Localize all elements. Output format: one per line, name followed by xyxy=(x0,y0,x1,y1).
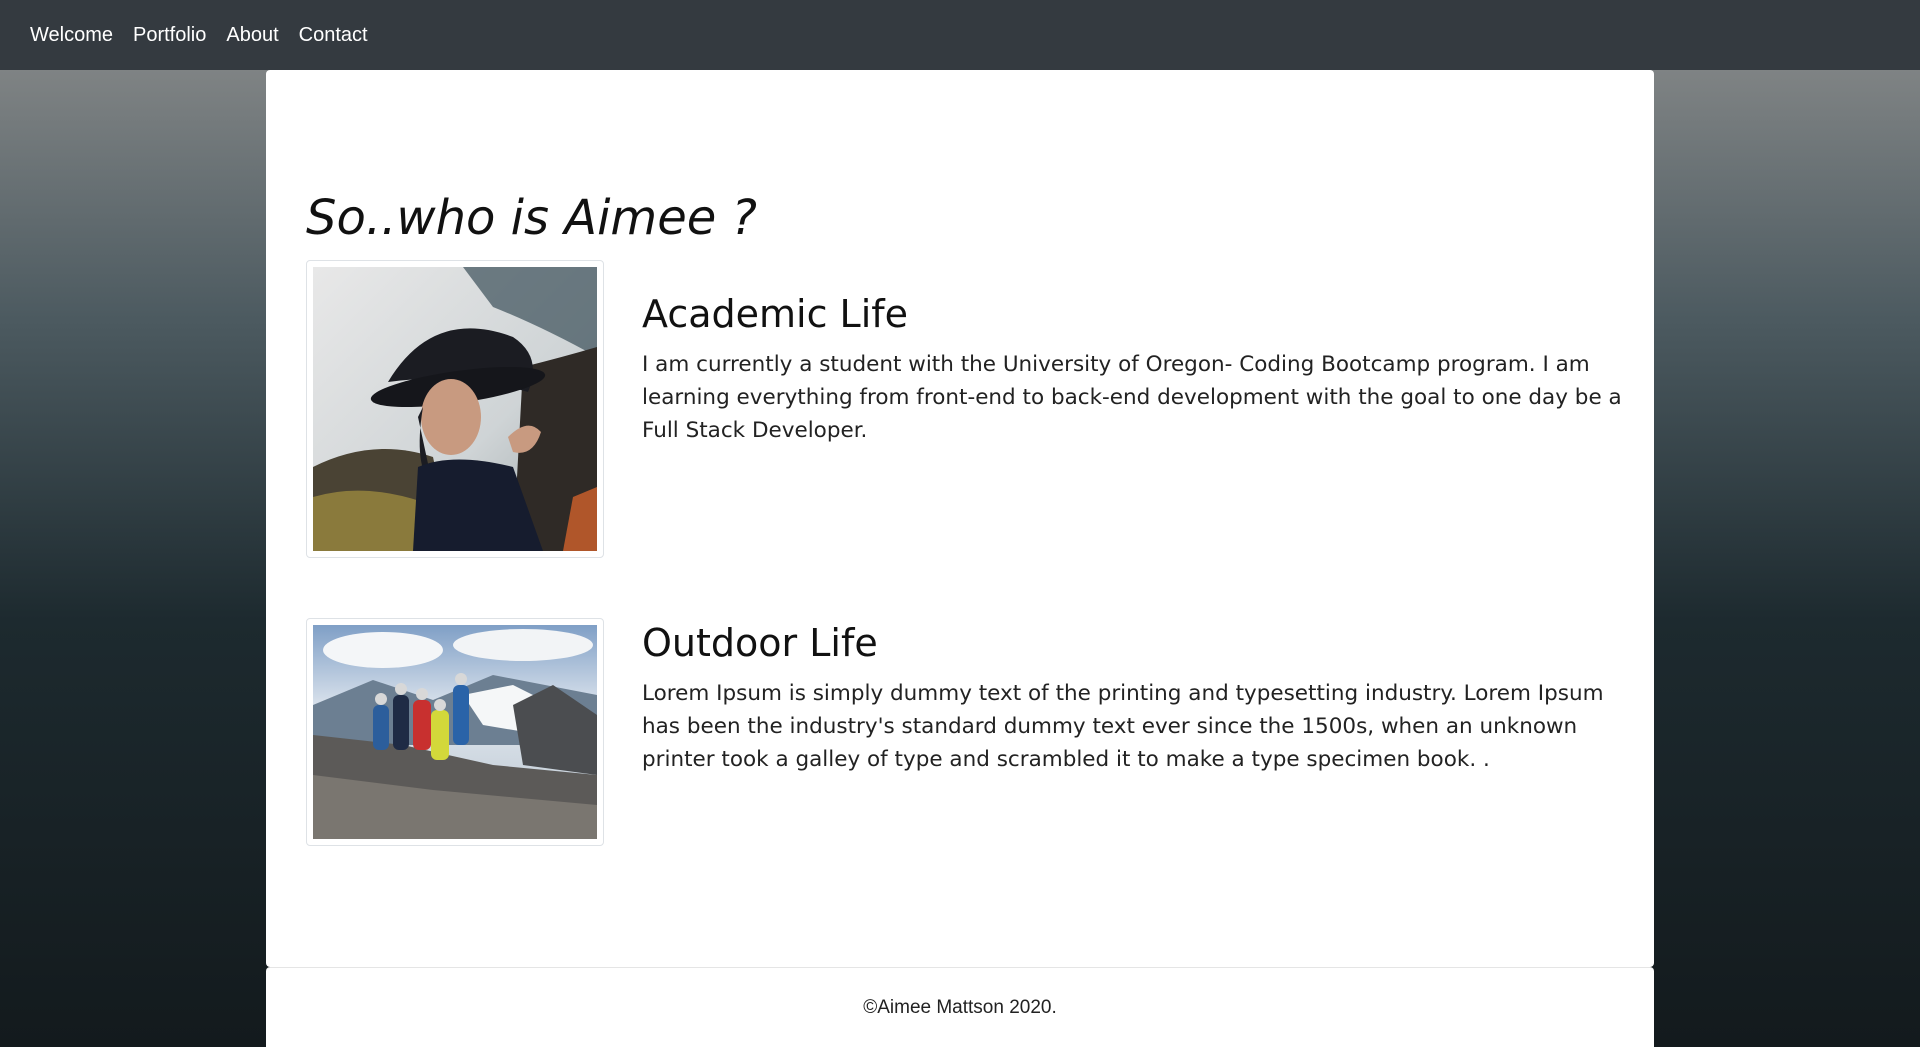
academic-life-text: I am currently a student with the Univer… xyxy=(642,351,1622,443)
page-footer: ©Aimee Mattson 2020. xyxy=(266,967,1654,1047)
outdoor-life-text: Lorem Ipsum is simply dummy text of the … xyxy=(642,680,1604,772)
climbing-group-photo xyxy=(313,625,597,839)
outdoor-life-heading: Outdoor Life xyxy=(642,621,878,665)
top-navbar: Welcome Portfolio About Contact xyxy=(0,0,1920,70)
academic-life-section: Academic Life I am currently a student w… xyxy=(642,292,1624,447)
nav-link-portfolio[interactable]: Portfolio xyxy=(133,24,206,47)
academic-image-frame xyxy=(306,260,604,558)
outdoor-image-frame xyxy=(306,618,604,846)
nav-link-welcome[interactable]: Welcome xyxy=(30,24,113,47)
copyright-text: ©Aimee Mattson 2020. xyxy=(863,996,1057,1018)
page-title: So..who is Aimee ? xyxy=(306,190,757,246)
about-card: So..who is Aimee ? Academic Life I am cu… xyxy=(266,70,1654,967)
nav-link-about[interactable]: About xyxy=(226,24,278,47)
nav-link-contact[interactable]: Contact xyxy=(299,24,368,47)
portrait-photo xyxy=(313,267,597,551)
academic-life-heading: Academic Life xyxy=(642,292,909,336)
outdoor-life-section: Outdoor Life Lorem Ipsum is simply dummy… xyxy=(642,621,1624,776)
